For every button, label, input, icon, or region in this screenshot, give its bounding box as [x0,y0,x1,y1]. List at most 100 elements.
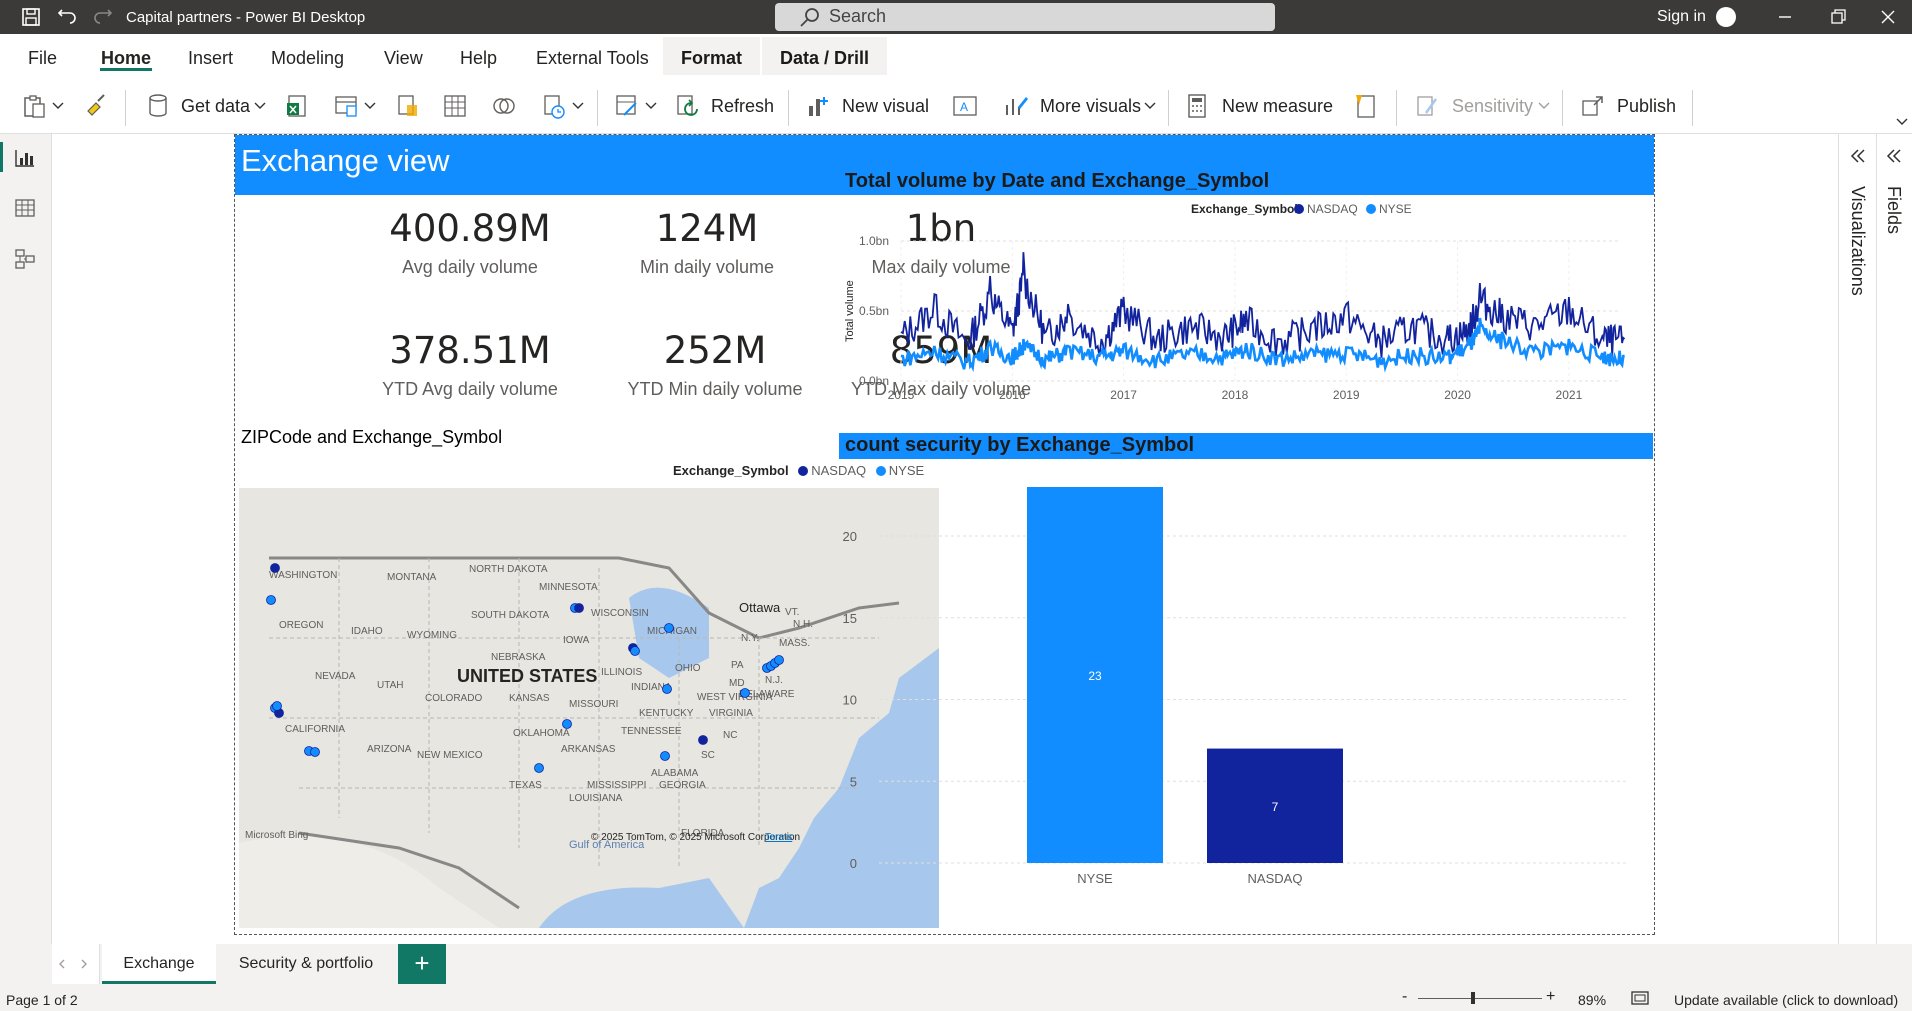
page-tab-exchange[interactable]: Exchange [102,944,216,984]
enter-data-icon[interactable] [442,93,468,119]
transform-data-icon[interactable] [614,93,640,119]
map-point[interactable] [270,563,280,573]
line-legend-item[interactable]: NASDAQ [1307,202,1358,216]
more-visuals-icon[interactable] [1004,93,1030,119]
search-box[interactable]: Search [775,3,1275,31]
chevron-down-icon[interactable] [645,102,657,110]
publish-button[interactable]: Publish [1617,96,1676,117]
tab-view[interactable]: View [384,48,423,69]
map-point[interactable] [740,688,750,698]
map-state-label: OHIO [675,663,701,674]
line-chart[interactable]: Exchange_Symbol NASDAQ NYSE Total volume 0.0… [839,197,1653,407]
map-point[interactable] [660,751,670,761]
chevron-down-icon[interactable] [364,102,376,110]
paste-icon[interactable] [22,93,48,119]
sensitivity-icon[interactable] [1414,93,1440,119]
new-measure-button[interactable]: New measure [1222,96,1333,117]
chevron-down-icon[interactable] [254,102,266,110]
line-chart-legend: Exchange_Symbol NASDAQ NYSE [1191,202,1412,216]
text-box-icon[interactable]: A [952,93,978,119]
svg-text:A: A [960,100,968,114]
tab-format[interactable]: Format [663,37,761,75]
zoom-slider-track[interactable] [1418,998,1542,999]
map-point[interactable] [662,684,672,694]
report-view-icon[interactable] [14,148,36,168]
avatar[interactable] [1716,7,1736,27]
zoom-in-button[interactable]: + [1546,988,1555,1006]
us-map[interactable]: WASHINGTON MONTANA NORTH DAKOTA MINNESOTA OR… [239,488,939,928]
map-point[interactable] [698,735,708,745]
bar-data-label: 23 [1088,669,1102,683]
chevron-down-icon[interactable] [52,102,64,110]
excel-icon[interactable] [286,93,310,119]
refresh-icon[interactable] [675,93,701,119]
fields-pane-label[interactable]: Fields [1883,186,1904,234]
map-state-label: MISSISSIPPI [587,780,646,791]
data-hub-icon[interactable] [334,93,360,119]
map-point[interactable] [664,623,674,633]
chevron-down-icon[interactable] [1538,102,1550,110]
bar-chart[interactable]: 0 5 10 15 20 23 NYSE 7 NASDAQ [839,461,1653,933]
fit-to-page-icon[interactable] [1630,990,1650,1006]
calculator-icon[interactable] [1186,93,1208,119]
format-painter-icon[interactable] [84,93,108,117]
zoom-out-button[interactable]: - [1402,988,1407,1006]
ribbon-separator [1396,90,1397,126]
visualizations-pane-label[interactable]: Visualizations [1847,186,1868,296]
chevron-down-icon[interactable] [572,102,584,110]
save-icon[interactable] [20,6,42,28]
refresh-button[interactable]: Refresh [711,96,774,117]
chevron-down-icon[interactable] [1144,102,1156,110]
tab-file[interactable]: File [28,48,57,69]
get-data-button[interactable]: Get data [181,96,250,117]
new-visual-button[interactable]: New visual [842,96,929,117]
tab-modeling[interactable]: Modeling [271,48,344,69]
map-point[interactable] [272,701,282,711]
map-point[interactable] [266,595,276,605]
sign-in-link[interactable]: Sign in [1657,8,1706,26]
line-y-axis-label: Total volume [844,280,856,342]
undo-icon[interactable] [56,6,78,28]
tab-help[interactable]: Help [460,48,497,69]
sensitivity-button[interactable]: Sensitivity [1452,96,1533,117]
tab-home[interactable]: Home [101,48,151,69]
more-visuals-button[interactable]: More visuals [1040,96,1141,117]
publish-icon[interactable] [1580,93,1606,119]
tab-data-drill[interactable]: Data / Drill [762,37,888,75]
recent-sources-icon[interactable] [542,93,568,121]
tab-insert[interactable]: Insert [188,48,233,69]
minimize-icon[interactable] [1773,6,1797,28]
sql-server-icon[interactable] [396,93,420,119]
map-point[interactable] [574,603,584,613]
update-available-link[interactable]: Update available (click to download) [1674,992,1898,1008]
search-icon [800,8,819,27]
expand-fields-icon[interactable] [1885,148,1903,164]
map-point[interactable] [630,646,640,656]
new-visual-icon[interactable] [806,93,832,119]
zoom-slider-thumb[interactable] [1471,992,1476,1004]
map-point[interactable] [310,747,320,757]
quick-measure-icon[interactable] [1352,93,1378,119]
add-page-button[interactable]: + [398,944,446,984]
page-tab-security-portfolio[interactable]: Security & portfolio [218,944,394,984]
redo-icon[interactable] [92,6,114,28]
model-view-icon[interactable] [14,248,36,270]
map-state-label: NC [723,730,737,741]
chevron-right-icon[interactable] [78,958,90,970]
map-point[interactable] [774,655,784,665]
expand-visualizations-icon[interactable] [1849,148,1867,164]
table-view-icon[interactable] [14,198,36,218]
collapse-ribbon-icon[interactable] [1896,118,1908,126]
line-legend-item[interactable]: NYSE [1379,202,1412,216]
map-point[interactable] [534,763,544,773]
restore-icon[interactable] [1826,6,1850,28]
database-icon[interactable] [146,93,170,119]
close-icon[interactable] [1876,6,1900,28]
dataverse-icon[interactable] [490,93,518,119]
chevron-left-icon[interactable] [56,958,68,970]
map-point[interactable] [562,719,572,729]
window-title: Capital partners - Power BI Desktop [126,9,366,26]
line-legend-title: Exchange_Symbol [1191,202,1298,216]
map-terms-link[interactable]: Terms [765,832,792,843]
tab-external-tools[interactable]: External Tools [536,48,649,69]
